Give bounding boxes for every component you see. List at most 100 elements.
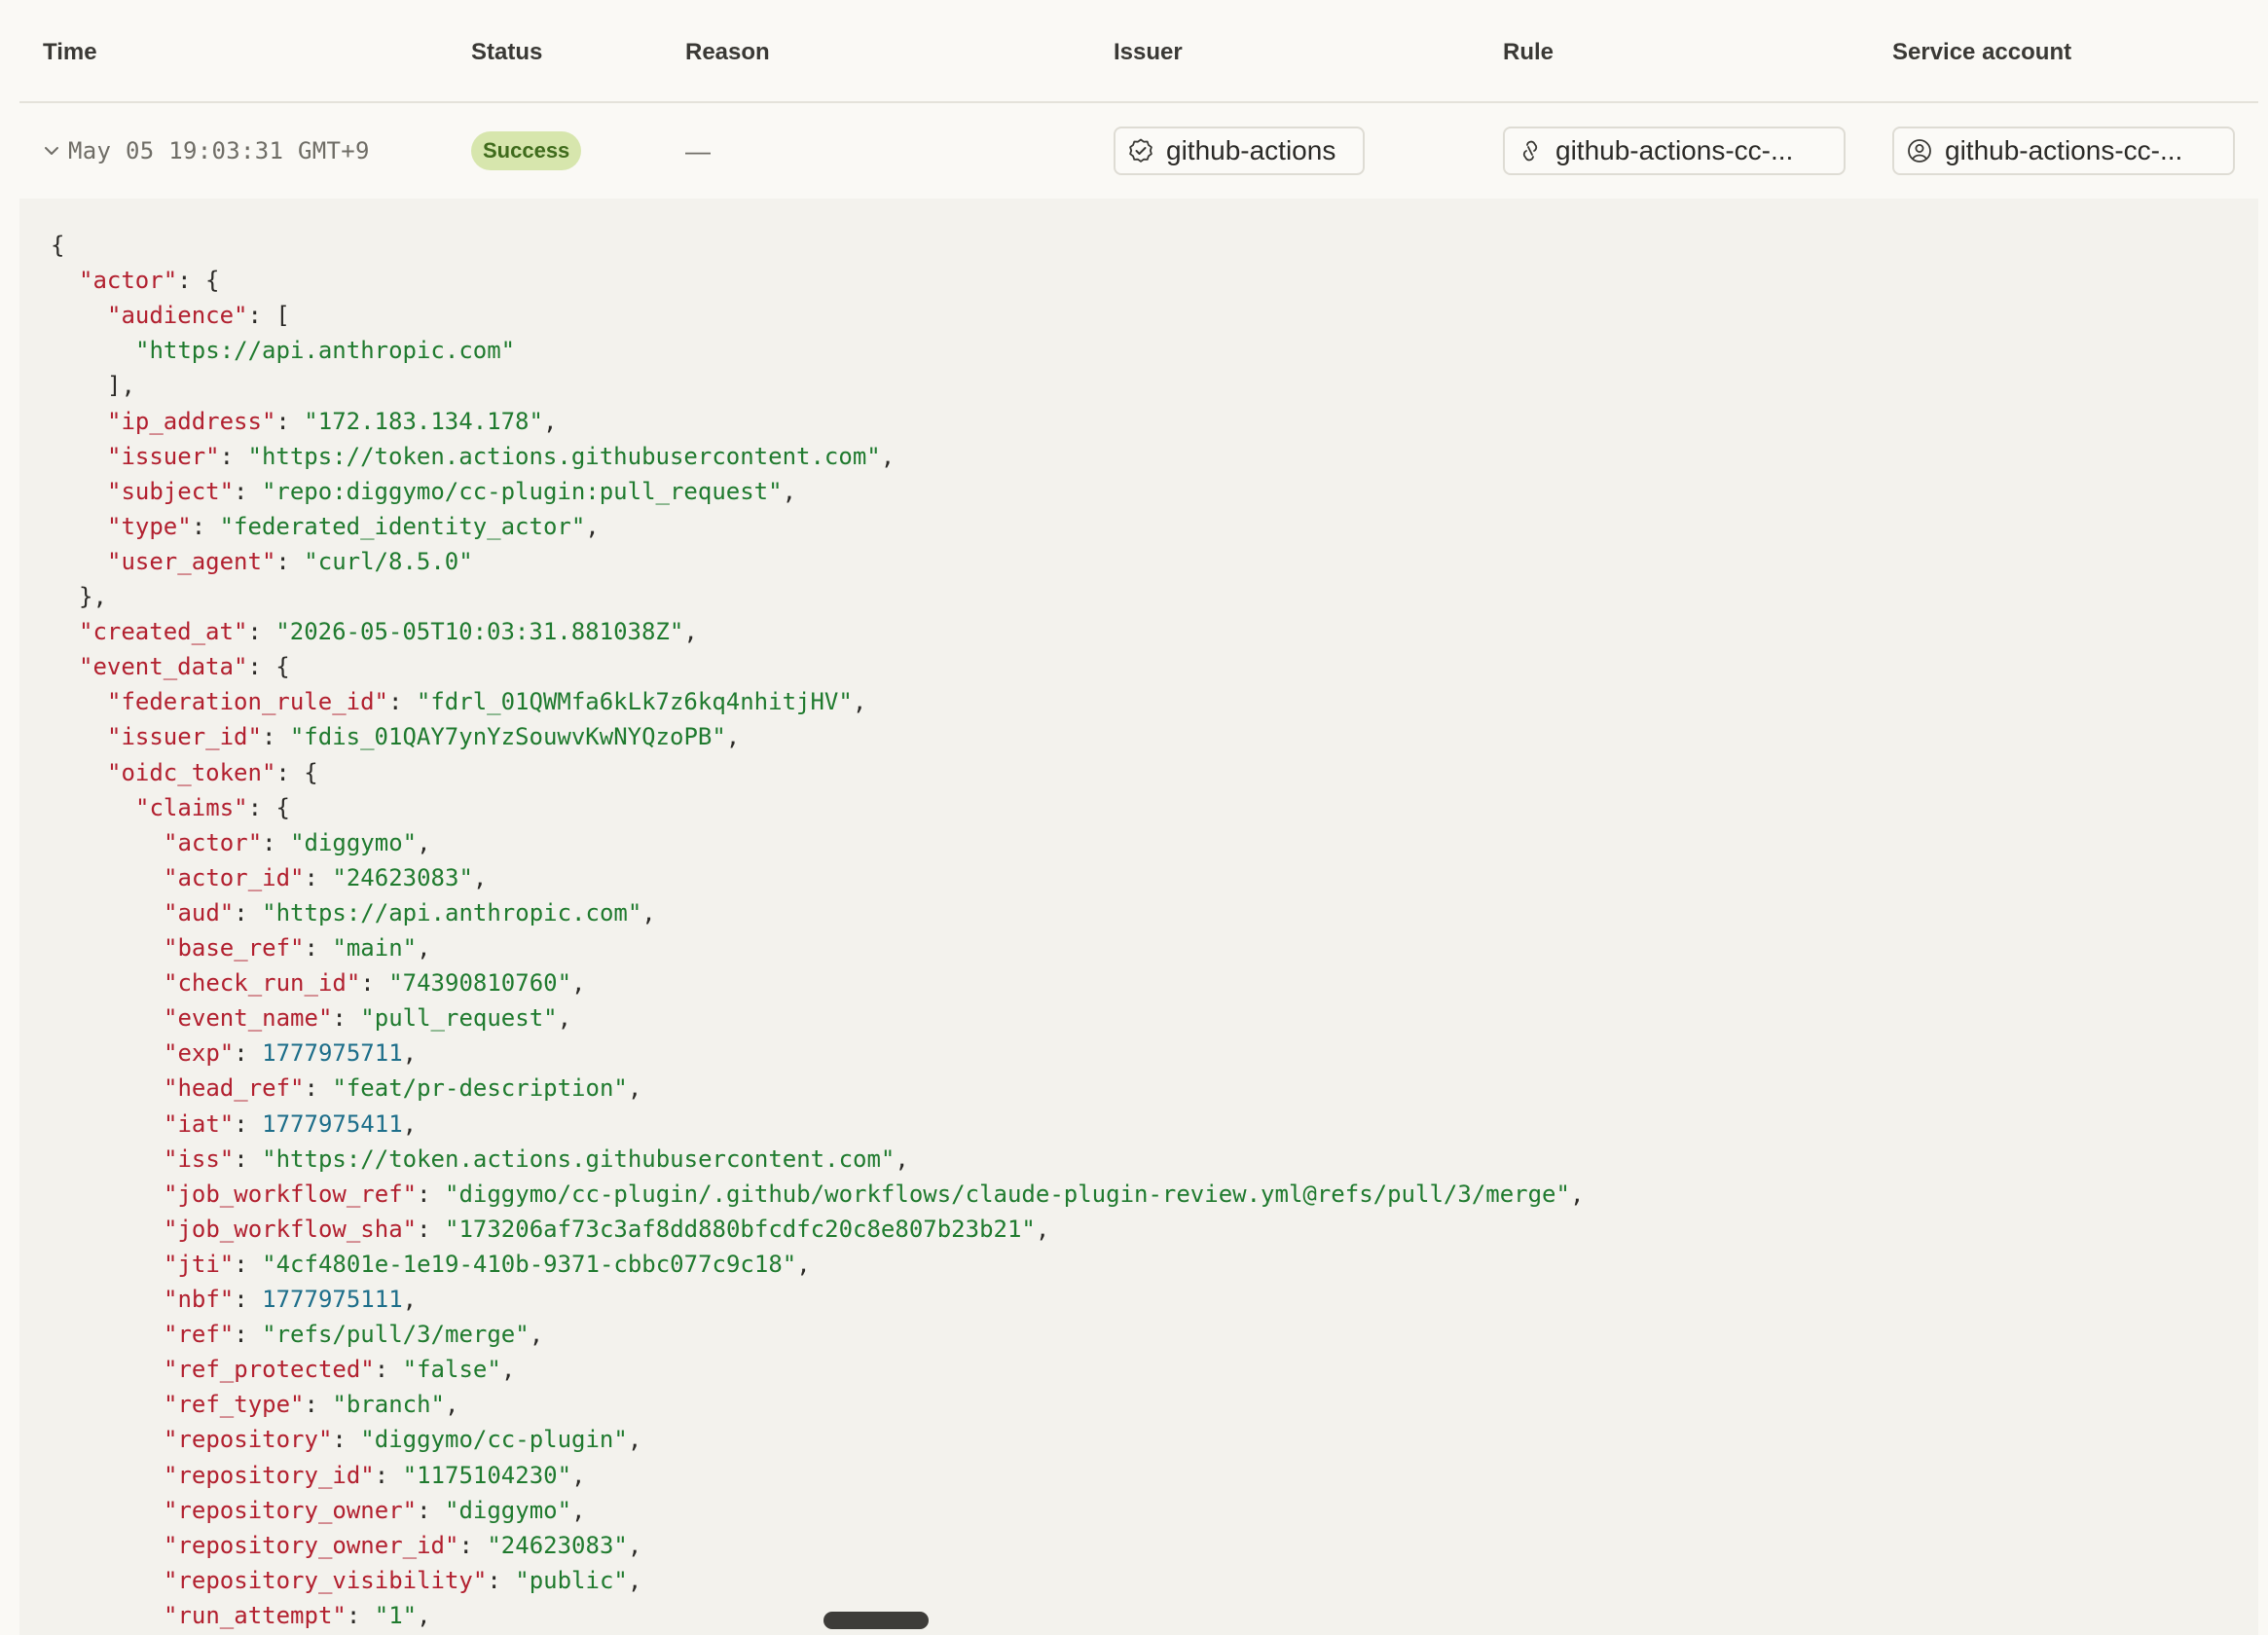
json-punctuation: : <box>304 863 333 891</box>
json-punctuation: : <box>374 1356 403 1384</box>
json-line: "iat": 1777975411, <box>164 1107 417 1142</box>
json-line: "run_attempt": "1", <box>164 1598 431 1633</box>
json-punctuation: : <box>234 1321 263 1349</box>
json-string-value: "false" <box>402 1356 501 1384</box>
json-line: "federation_rule_id": "fdrl_01QWMfa6kLk7… <box>107 684 866 719</box>
status-cell: Success <box>471 103 582 199</box>
json-string-value: "2026-05-05T10:03:31.881038Z" <box>275 618 684 646</box>
json-line: "iss": "https://token.actions.githubuser… <box>164 1142 909 1177</box>
service-account-chip[interactable]: github-actions-cc-... <box>1892 127 2235 175</box>
json-key: "issuer_id" <box>107 723 262 751</box>
json-string-value: "refs/pull/3/merge" <box>262 1321 530 1349</box>
json-key: "issuer" <box>107 442 220 470</box>
json-line: "exp": 1777975711, <box>164 1036 417 1071</box>
json-key: "user_agent" <box>107 547 276 575</box>
json-number-value: 1777975411 <box>262 1109 403 1138</box>
json-punctuation: , <box>500 1356 516 1384</box>
column-header-service-account[interactable]: Service account <box>1892 39 2071 66</box>
json-key: "repository_owner_id" <box>164 1531 459 1559</box>
json-punctuation: , <box>895 1144 909 1173</box>
json-punctuation: , <box>529 1321 544 1349</box>
json-key: "base_ref" <box>164 934 305 962</box>
json-punctuation: : { <box>247 653 290 681</box>
json-punctuation: , <box>571 969 586 998</box>
json-punctuation: : <box>234 1250 263 1278</box>
json-line: "actor": { <box>79 263 220 298</box>
events-table: Time Status Reason Issuer Rule Service a… <box>19 0 2258 200</box>
json-key: "head_ref" <box>164 1074 305 1103</box>
json-key: "actor" <box>164 828 263 856</box>
json-punctuation: , <box>627 1074 642 1103</box>
json-punctuation: , <box>417 934 431 962</box>
event-timestamp: May 05 19:03:31 GMT+9 <box>68 137 370 164</box>
column-header-reason[interactable]: Reason <box>685 39 770 66</box>
json-string-value: "federated_identity_actor" <box>219 512 586 540</box>
json-string-value: "1175104230" <box>402 1461 572 1489</box>
json-punctuation: , <box>627 1426 642 1454</box>
json-punctuation: , <box>1569 1180 1585 1208</box>
chevron-down-icon[interactable] <box>43 142 60 160</box>
json-punctuation: , <box>627 1566 642 1594</box>
json-punctuation: : <box>417 1496 445 1524</box>
rule-chip[interactable]: github-actions-cc-... <box>1503 127 1846 175</box>
json-string-value: "fdis_01QAY7ynYzSouwvKwNYQzoPB" <box>289 723 726 751</box>
json-key: "actor_id" <box>164 863 305 891</box>
json-string-value: "diggymo" <box>290 828 418 856</box>
json-key: "job_workflow_sha" <box>164 1215 418 1243</box>
json-punctuation: ], <box>107 372 135 400</box>
time-cell[interactable]: May 05 19:03:31 GMT+9 <box>43 103 370 199</box>
json-punctuation: : <box>234 1286 263 1313</box>
json-punctuation: , <box>796 1250 811 1278</box>
json-key: "check_run_id" <box>164 969 361 998</box>
json-line: { <box>51 228 64 263</box>
json-key: "iat" <box>164 1109 235 1138</box>
column-header-issuer[interactable]: Issuer <box>1114 39 1183 66</box>
json-string-value: "172.183.134.178" <box>304 407 543 435</box>
issuer-cell: github-actions <box>1114 103 1365 199</box>
json-key: "ref" <box>164 1321 235 1349</box>
json-key: "federation_rule_id" <box>107 688 388 716</box>
json-punctuation: : <box>234 1144 263 1173</box>
issuer-chip[interactable]: github-actions <box>1114 127 1365 175</box>
json-punctuation: : <box>417 1215 445 1243</box>
json-punctuation: : <box>219 442 248 470</box>
rule-cell: github-actions-cc-... <box>1503 103 1846 199</box>
json-key: "repository_visibility" <box>164 1566 488 1594</box>
json-punctuation: , <box>782 477 797 505</box>
json-line: "repository_owner": "diggymo", <box>164 1493 586 1528</box>
json-punctuation: , <box>445 1391 459 1419</box>
json-string-value: "public" <box>515 1566 628 1594</box>
column-header-status[interactable]: Status <box>471 39 542 66</box>
json-punctuation: : <box>458 1531 488 1559</box>
json-key: "repository_owner" <box>164 1496 418 1524</box>
json-line: "user_agent": "curl/8.5.0" <box>107 544 473 579</box>
json-string-value: "diggymo/cc-plugin/.github/workflows/cla… <box>445 1180 1570 1208</box>
json-key: "event_data" <box>79 653 248 681</box>
json-string-value: "branch" <box>332 1391 445 1419</box>
json-punctuation: : <box>191 512 220 540</box>
json-punctuation: , <box>880 442 896 470</box>
json-string-value: "https://token.actions.githubusercontent… <box>247 442 881 470</box>
column-header-rule[interactable]: Rule <box>1503 39 1554 66</box>
json-punctuation: , <box>571 1496 586 1524</box>
json-line: "ip_address": "172.183.134.178", <box>107 404 557 439</box>
json-punctuation: : <box>262 828 291 856</box>
json-punctuation: { <box>51 232 65 259</box>
json-punctuation: : <box>234 1039 263 1068</box>
json-string-value: "curl/8.5.0" <box>304 547 473 575</box>
column-header-time[interactable]: Time <box>43 39 97 66</box>
json-string-value: "https://api.anthropic.com" <box>135 337 516 365</box>
json-string-value: "diggymo/cc-plugin" <box>360 1426 628 1454</box>
json-punctuation: : { <box>275 758 318 786</box>
json-line: "event_data": { <box>79 649 290 684</box>
json-punctuation: }, <box>79 583 107 610</box>
horizontal-scrollbar[interactable] <box>823 1612 929 1629</box>
audit-log-view: Time Status Reason Issuer Rule Service a… <box>0 0 2268 1635</box>
json-string-value: "https://api.anthropic.com" <box>262 898 642 926</box>
json-line: "issuer": "https://token.actions.githubu… <box>107 439 895 474</box>
json-key: "run_attempt" <box>164 1601 347 1629</box>
event-json-viewer[interactable]: {"actor": {"audience": ["https://api.ant… <box>19 199 2258 1635</box>
json-string-value: "1" <box>374 1601 418 1629</box>
json-line: "job_workflow_ref": "diggymo/cc-plugin/.… <box>164 1177 1584 1212</box>
table-row[interactable]: May 05 19:03:31 GMT+9 Success — github-a… <box>19 103 2258 200</box>
